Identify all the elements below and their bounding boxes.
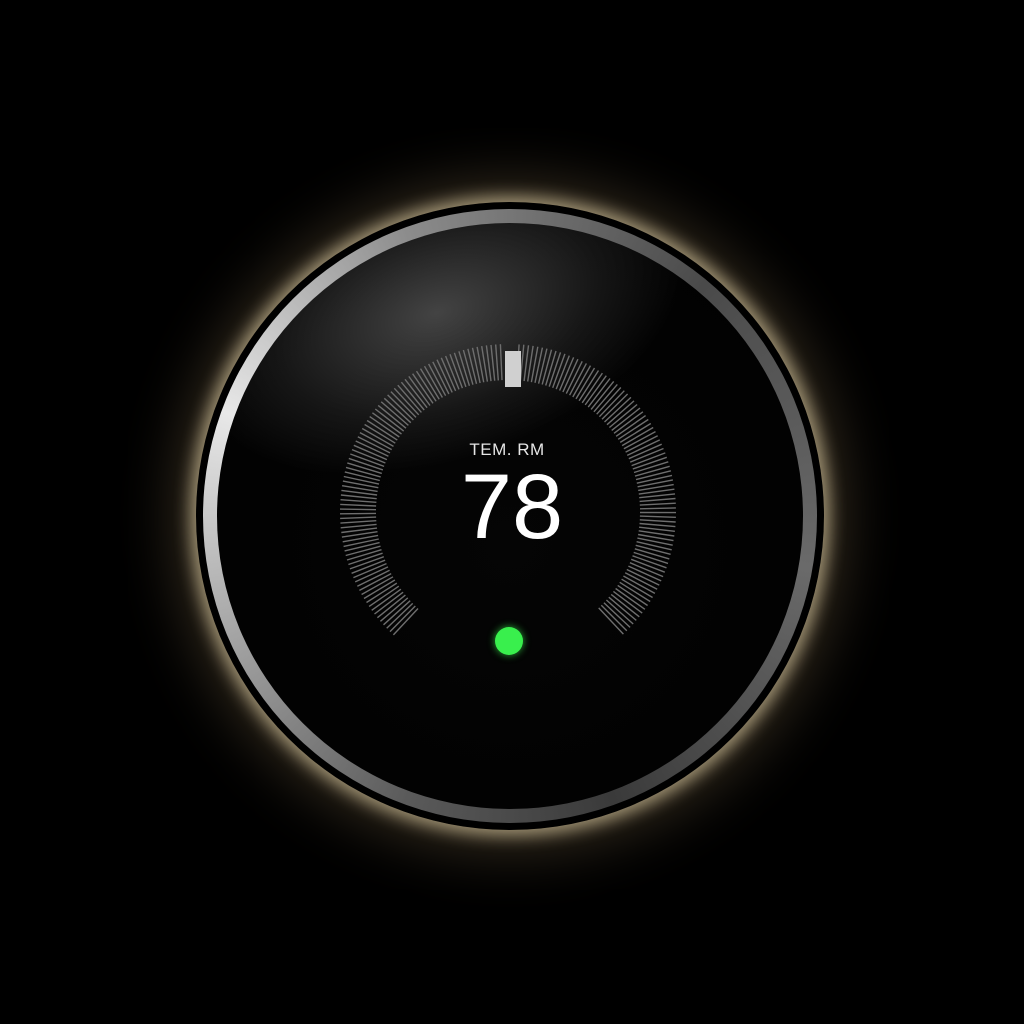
- dial-tick: [623, 430, 656, 450]
- dial-tick: [359, 572, 392, 592]
- dial-tick: [575, 367, 596, 400]
- dial-tick: [340, 494, 377, 500]
- dial-tick: [639, 526, 675, 532]
- dial-tick: [639, 519, 676, 523]
- dial-tick: [623, 575, 656, 595]
- dial-tick: [340, 523, 377, 529]
- dial-tick: [624, 572, 658, 590]
- dial-tick: [339, 508, 377, 511]
- dial-tick: [639, 522, 676, 528]
- dial-tick: [361, 427, 394, 448]
- dial-tick: [568, 363, 588, 396]
- dial-tick: [639, 493, 676, 499]
- dial-tick: [364, 423, 396, 444]
- dial-tick: [639, 515, 676, 518]
- dial-tick: [467, 348, 478, 384]
- dial-tick: [363, 579, 396, 600]
- dial-tick: [636, 474, 673, 484]
- dial-tick: [639, 502, 676, 506]
- dial-tick: [423, 365, 444, 398]
- dial-tick: [499, 344, 503, 381]
- current-temperature: 78: [460, 456, 564, 558]
- dial-tick: [341, 527, 378, 534]
- dial-tick: [635, 544, 671, 555]
- dial-tick: [619, 581, 651, 603]
- dial-tick: [621, 426, 654, 447]
- dial-tick: [636, 541, 672, 551]
- status-dot-icon: [495, 627, 523, 655]
- dial-tick: [639, 507, 676, 510]
- dial-tick: [359, 431, 393, 451]
- dial-tick: [619, 422, 652, 443]
- dial-tick: [490, 344, 496, 381]
- setpoint-marker: [505, 351, 521, 387]
- dial-tick: [344, 541, 380, 552]
- dial-tick: [340, 503, 377, 507]
- dial-tick: [419, 368, 440, 400]
- dial-tick: [340, 499, 377, 503]
- dial-tick: [621, 578, 653, 599]
- dial-tick: [495, 344, 499, 381]
- dial-tick: [344, 471, 380, 482]
- dial-tick: [572, 365, 592, 398]
- dial-tick: [340, 520, 377, 524]
- thermostat-screen: TEM. RM 78: [0, 0, 1024, 1024]
- dial-tick: [639, 497, 676, 503]
- dial-tick: [523, 345, 530, 382]
- dial-tick: [635, 470, 672, 481]
- dial-tick: [340, 516, 377, 520]
- dial-tick: [537, 348, 548, 384]
- dial-tick: [427, 363, 447, 397]
- dial-tick: [361, 576, 394, 596]
